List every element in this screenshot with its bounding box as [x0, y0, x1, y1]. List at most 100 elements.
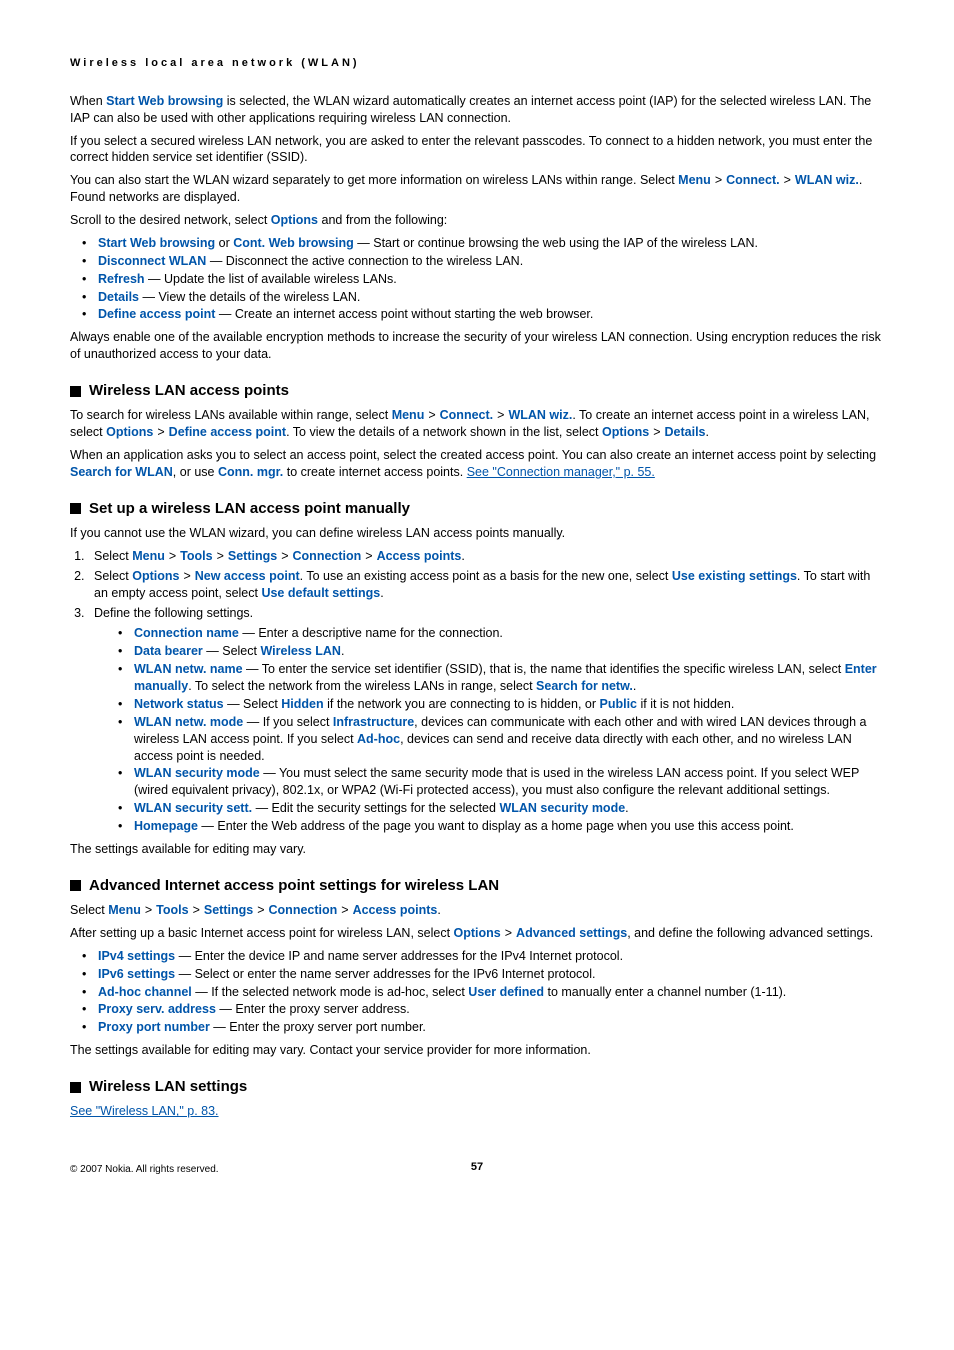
list-item: Disconnect WLAN — Disconnect the active …: [88, 253, 884, 270]
separator: >: [711, 173, 726, 187]
ui-term: Menu: [108, 903, 141, 917]
heading-text: Wireless LAN settings: [89, 1077, 247, 1097]
list-item: Details — View the details of the wirele…: [88, 289, 884, 306]
paragraph: When Start Web browsing is selected, the…: [70, 93, 884, 127]
text: — Edit the security settings for the sel…: [252, 801, 499, 815]
ui-term: Details: [98, 290, 139, 304]
ui-term: Options: [602, 425, 649, 439]
ui-term: Ad-hoc channel: [98, 985, 192, 999]
bullet-box-icon: [70, 503, 81, 514]
text: .: [633, 679, 636, 693]
bullet-box-icon: [70, 1082, 81, 1093]
ui-term: WLAN netw. name: [134, 662, 243, 676]
ui-term: WLAN wiz.: [795, 173, 859, 187]
ui-term: Connection: [293, 549, 362, 563]
ui-term: Conn. mgr.: [218, 465, 283, 479]
paragraph: When an application asks you to select a…: [70, 447, 884, 481]
text: .: [341, 644, 344, 658]
ui-term: Search for WLAN: [70, 465, 173, 479]
list-item: Start Web browsing or Cont. Web browsing…: [88, 235, 884, 252]
text: to create internet access points.: [283, 465, 466, 479]
list-item: WLAN netw. name — To enter the service s…: [124, 661, 884, 695]
ui-term: Connect.: [726, 173, 779, 187]
separator: >: [277, 549, 292, 563]
paragraph: Always enable one of the available encry…: [70, 329, 884, 363]
ui-term: Menu: [392, 408, 425, 422]
ui-term: Connection name: [134, 626, 239, 640]
list-item: WLAN security mode — You must select the…: [124, 765, 884, 799]
text: Select: [94, 569, 132, 583]
list-item: WLAN netw. mode — If you select Infrastr…: [124, 714, 884, 765]
text: Select: [70, 903, 108, 917]
ui-term: Settings: [228, 549, 277, 563]
list-item: Connection name — Enter a descriptive na…: [124, 625, 884, 642]
bullet-box-icon: [70, 386, 81, 397]
text: Select: [94, 549, 132, 563]
text: .: [625, 801, 628, 815]
paragraph: See "Wireless LAN," p. 83.: [70, 1103, 884, 1120]
ui-term: Infrastructure: [333, 715, 414, 729]
running-header: Wireless local area network (WLAN): [70, 56, 884, 71]
text: — Enter the device IP and name server ad…: [175, 949, 623, 963]
list-item: Proxy port number — Enter the proxy serv…: [88, 1019, 884, 1036]
ui-term: Access points: [377, 549, 462, 563]
text: — Disconnect the active connection to th…: [206, 254, 523, 268]
cross-reference-link[interactable]: See "Wireless LAN," p. 83.: [70, 1104, 219, 1118]
ui-term: Menu: [132, 549, 165, 563]
text: — Enter a descriptive name for the conne…: [239, 626, 503, 640]
ui-term: WLAN wiz.: [508, 408, 572, 422]
text: Scroll to the desired network, select: [70, 213, 271, 227]
list-item: Select Options>New access point. To use …: [88, 568, 884, 602]
list-item: Network status — Select Hidden if the ne…: [124, 696, 884, 713]
paragraph: Select Menu>Tools>Settings>Connection>Ac…: [70, 902, 884, 919]
sub-list: Connection name — Enter a descriptive na…: [94, 625, 884, 835]
text: When an application asks you to select a…: [70, 448, 876, 462]
paragraph: To search for wireless LANs available wi…: [70, 407, 884, 441]
ui-term: Options: [106, 425, 153, 439]
list-item: Proxy serv. address — Enter the proxy se…: [88, 1001, 884, 1018]
ui-term: Tools: [156, 903, 188, 917]
cross-reference-link[interactable]: See "Connection manager," p. 55.: [467, 465, 655, 479]
text: .: [380, 586, 383, 600]
ui-term: Cont. Web browsing: [233, 236, 354, 250]
text: if the network you are connecting to is …: [324, 697, 600, 711]
text: — Enter the Web address of the page you …: [198, 819, 794, 833]
ui-term: Disconnect WLAN: [98, 254, 206, 268]
ui-term: Connection: [269, 903, 338, 917]
ui-term: Proxy serv. address: [98, 1002, 216, 1016]
text: and from the following:: [318, 213, 447, 227]
text: — Create an internet access point withou…: [215, 307, 593, 321]
ui-term: Hidden: [281, 697, 323, 711]
footer: © 2007 Nokia. All rights reserved. 57: [70, 1160, 884, 1176]
text: — Select or enter the name server addres…: [175, 967, 595, 981]
ui-term: Use existing settings: [672, 569, 797, 583]
ui-term: WLAN security mode: [499, 801, 625, 815]
heading-text: Wireless LAN access points: [89, 381, 289, 401]
section-heading: Advanced Internet access point settings …: [70, 876, 884, 896]
ui-term: Connect.: [440, 408, 493, 422]
section-heading: Set up a wireless LAN access point manua…: [70, 499, 884, 519]
option-list: Start Web browsing or Cont. Web browsing…: [70, 235, 884, 323]
ui-term: IPv6 settings: [98, 967, 175, 981]
separator: >: [337, 903, 352, 917]
ui-term: Options: [271, 213, 318, 227]
text: To search for wireless LANs available wi…: [70, 408, 392, 422]
list-item: Data bearer — Select Wireless LAN.: [124, 643, 884, 660]
list-item: Refresh — Update the list of available w…: [88, 271, 884, 288]
list-item: IPv6 settings — Select or enter the name…: [88, 966, 884, 983]
text: .: [461, 549, 464, 563]
ui-term: Homepage: [134, 819, 198, 833]
ui-term: Advanced settings: [516, 926, 627, 940]
text: — View the details of the wireless LAN.: [139, 290, 360, 304]
section-heading: Wireless LAN access points: [70, 381, 884, 401]
separator: >: [189, 903, 204, 917]
heading-text: Advanced Internet access point settings …: [89, 876, 499, 896]
text: — Enter the proxy server port number.: [210, 1020, 426, 1034]
text: — If the selected network mode is ad-hoc…: [192, 985, 469, 999]
text: . To select the network from the wireles…: [188, 679, 536, 693]
separator: >: [361, 549, 376, 563]
text: You can also start the WLAN wizard separ…: [70, 173, 678, 187]
list-item: IPv4 settings — Enter the device IP and …: [88, 948, 884, 965]
ui-term: User defined: [468, 985, 544, 999]
ui-term: Details: [665, 425, 706, 439]
